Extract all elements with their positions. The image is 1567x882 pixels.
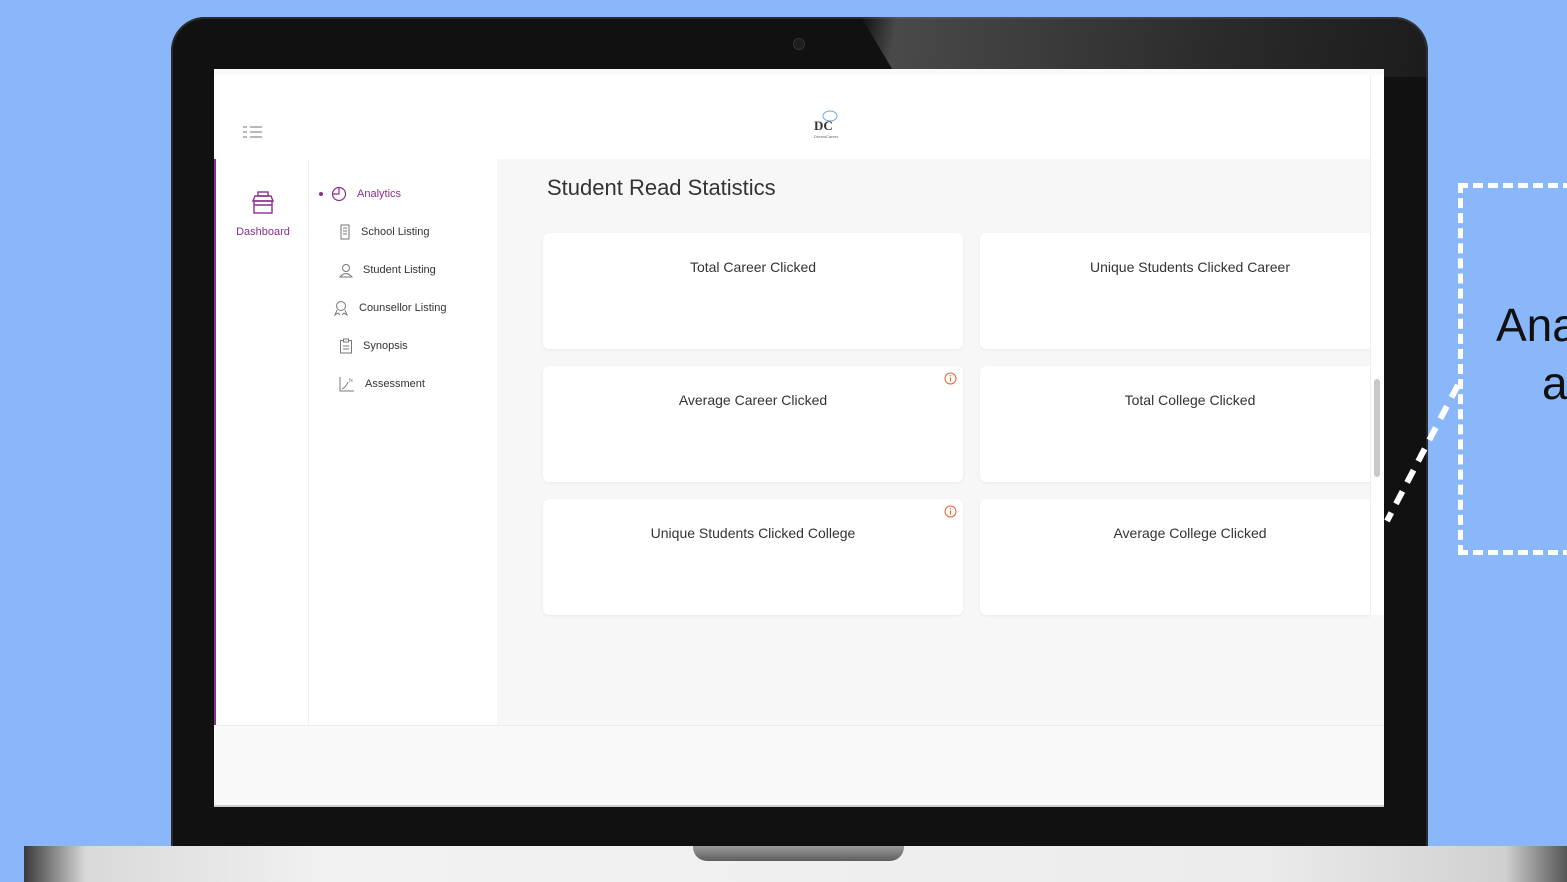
card-title: Unique Students Clicked College [650, 525, 856, 541]
submenu-label: Synopsis [363, 340, 408, 352]
top-bar: DC DreamCareer [214, 75, 1370, 160]
stat-card-average-career-clicked[interactable]: Average Career Clicked [543, 366, 963, 482]
lid-glare [861, 17, 1428, 77]
info-icon[interactable] [944, 505, 957, 518]
camera-icon [793, 38, 805, 50]
stat-card-unique-students-clicked-career[interactable]: Unique Students Clicked Career [980, 233, 1370, 349]
submenu-label: Counsellor Listing [359, 302, 447, 314]
sidebar-submenu: Analytics School Listing Student Listing [308, 159, 498, 725]
card-title: Total Career Clicked [689, 259, 817, 275]
scrollbar-thumb[interactable] [1374, 379, 1380, 477]
submenu-item-assessment[interactable]: fx Assessment [309, 372, 425, 396]
active-dot [319, 192, 323, 196]
card-title: Average Career Clicked [678, 392, 828, 408]
svg-text:fx: fx [349, 378, 353, 384]
stat-card-unique-students-clicked-college[interactable]: Unique Students Clicked College [543, 499, 963, 615]
submenu-item-analytics[interactable]: Analytics [309, 182, 401, 206]
svg-text:DC: DC [814, 118, 833, 133]
sidebar-rail: Dashboard [214, 159, 310, 725]
clipboard-icon [340, 338, 352, 354]
menu-toggle-icon[interactable] [243, 125, 263, 139]
card-title: Total College Clicked [1124, 392, 1256, 408]
pie-chart-icon [331, 186, 347, 202]
graph-icon: fx [339, 377, 354, 392]
card-title: Average College Clicked [1113, 525, 1267, 541]
stat-card-average-college-clicked[interactable]: Average College Clicked [980, 499, 1370, 615]
callout-line-2: a [1542, 357, 1567, 409]
submenu-item-counsellor-listing[interactable]: Counsellor Listing [309, 296, 446, 320]
footer-area [214, 725, 1384, 805]
stat-card-total-career-clicked[interactable]: Total Career Clicked [543, 233, 963, 349]
submenu-item-student-listing[interactable]: Student Listing [309, 258, 436, 282]
store-icon [251, 191, 275, 214]
submenu-label: Analytics [357, 188, 402, 200]
student-icon [339, 264, 353, 278]
info-icon[interactable] [944, 372, 957, 385]
submenu-label: Student Listing [363, 264, 436, 276]
submenu-label: Assessment [365, 378, 425, 390]
callout-text: Ana a [1496, 296, 1567, 412]
stat-card-total-college-clicked[interactable]: Total College Clicked [980, 366, 1370, 482]
rail-label-dashboard: Dashboard [236, 226, 290, 238]
submenu-item-synopsis[interactable]: Synopsis [309, 334, 408, 358]
submenu-item-school-listing[interactable]: School Listing [309, 220, 430, 244]
rail-item-dashboard[interactable]: Dashboard [216, 189, 310, 238]
laptop-notch [693, 846, 904, 861]
submenu-label: School Listing [361, 226, 430, 238]
page-title: Student Read Statistics [547, 175, 776, 200]
main-content: Student Read Statistics Total Career Cli… [497, 159, 1370, 725]
building-icon [340, 224, 350, 240]
vertical-scrollbar[interactable] [1370, 75, 1384, 615]
callout-line-1: Ana [1496, 299, 1567, 351]
svg-text:DreamCareer: DreamCareer [814, 134, 839, 139]
card-title: Unique Students Clicked Career [1090, 259, 1290, 275]
counsellor-icon [334, 301, 348, 316]
app-logo[interactable]: DC DreamCareer [808, 108, 844, 140]
app-screen: DC DreamCareer Dashboard Analytics Schoo… [214, 69, 1384, 807]
